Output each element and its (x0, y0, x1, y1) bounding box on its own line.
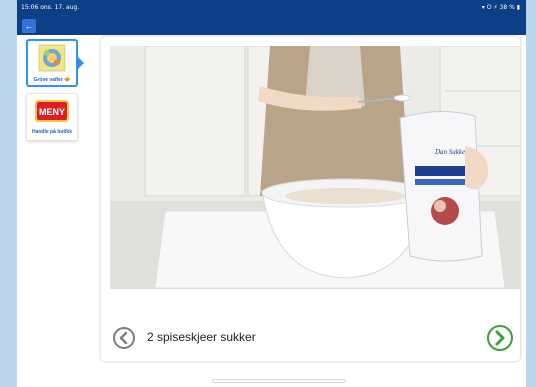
app-window: 15:06 ons. 17. aug. ▾ ⭘ ⚡ 38 % ▮ ← Grove… (17, 0, 526, 387)
waffle-thumbnail-icon (38, 44, 66, 72)
chevron-right-icon (495, 330, 505, 346)
chevron-left-icon (119, 331, 128, 345)
step-photo-illustration: Dan Sukker (110, 46, 520, 289)
recipe-step-card: Dan Sukker 2 spiseskjeer sukker (101, 37, 520, 361)
activity-sidebar: Grove vafler 🧇 MENY Handle på butikk (17, 35, 111, 387)
activity-grove-vafler[interactable]: Grove vafler 🧇 (26, 39, 78, 87)
back-button[interactable]: ← (22, 19, 36, 33)
meny-logo-icon: MENY (35, 100, 69, 122)
product-brand-label: Dan Sukker (434, 148, 468, 156)
nav-bar: ← (17, 18, 526, 35)
activity-label: Handle på butikk (31, 129, 72, 135)
activity-handle-pa-butikk[interactable]: MENY Handle på butikk (26, 93, 78, 141)
meny-logo-text: MENY (39, 107, 65, 117)
selected-pointer (78, 57, 84, 69)
home-indicator[interactable] (212, 379, 346, 383)
activity-label: Grove vafler 🧇 (33, 77, 71, 83)
previous-step-button[interactable] (113, 327, 135, 349)
status-indicators: ▾ ⭘ ⚡ 38 % ▮ (481, 4, 520, 11)
step-photo: Dan Sukker (110, 46, 520, 289)
step-instruction-text: 2 spiseskjeer sukker (147, 330, 256, 344)
step-navigation: 2 spiseskjeer sukker (101, 317, 520, 357)
status-time: 15:06 ons. 17. aug. (21, 4, 80, 11)
next-step-button[interactable] (487, 325, 513, 351)
status-bar: 15:06 ons. 17. aug. ▾ ⭘ ⚡ 38 % ▮ (17, 0, 526, 18)
arrow-left-icon: ← (24, 21, 34, 31)
